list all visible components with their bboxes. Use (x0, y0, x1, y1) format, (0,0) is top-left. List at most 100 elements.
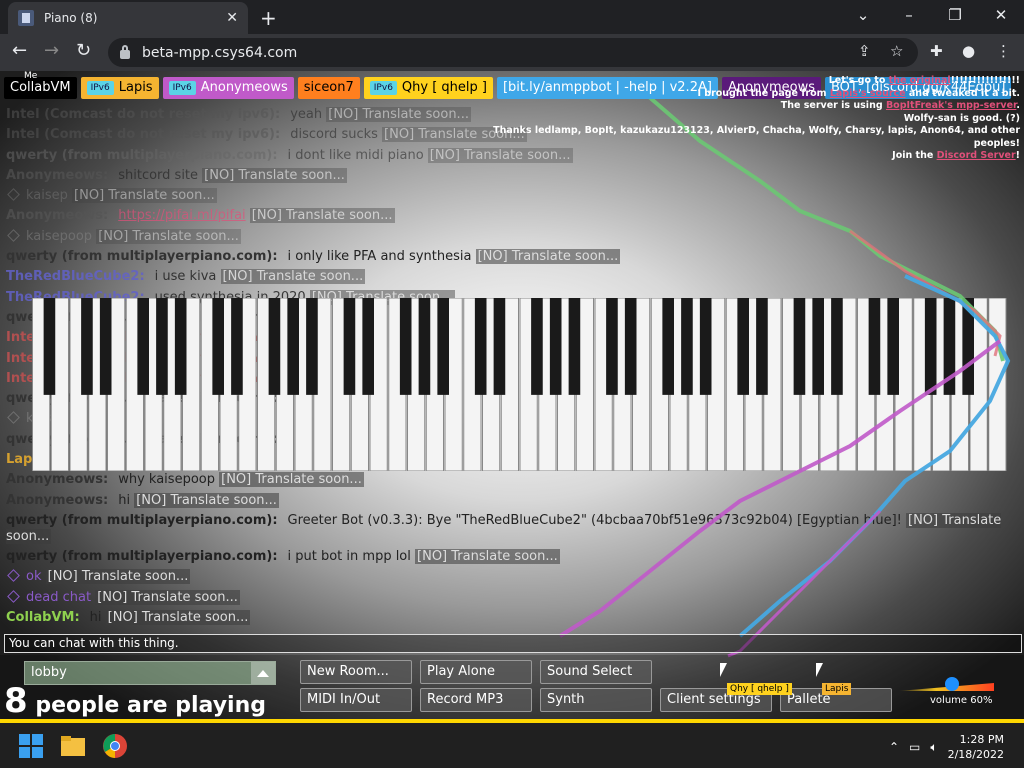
chrome-icon[interactable] (102, 733, 128, 759)
chat-author[interactable]: Intel (Comcast do not reset my ipv6): (6, 127, 280, 142)
black-key[interactable] (268, 298, 281, 395)
chat-author[interactable]: Anonymeows: (6, 472, 108, 487)
black-key[interactable] (43, 298, 56, 395)
volume-slider[interactable] (898, 677, 994, 691)
synth-button[interactable]: Synth (540, 688, 652, 712)
mpp-server-link[interactable]: BopItFreak's mpp-server (886, 100, 1016, 111)
volume-knob[interactable] (945, 677, 959, 691)
chat-author[interactable]: qwerty (from multiplayerpiano.com): (6, 513, 278, 528)
share-icon[interactable]: ⇪ (858, 42, 871, 60)
speaker-icon[interactable]: 🔈︎ (930, 740, 937, 755)
chat-author[interactable]: TheRedBlueCube2: (6, 269, 145, 284)
chat-author[interactable]: Anonymeows: (6, 493, 108, 508)
forward-icon[interactable]: → (44, 40, 59, 61)
close-tab-icon[interactable]: ✕ (226, 10, 238, 26)
chevron-up-icon[interactable] (251, 662, 275, 684)
user-tag[interactable]: IPv6 Lapis (80, 77, 159, 99)
black-key[interactable] (662, 298, 674, 395)
translate-note: [NO] Translate soon... (220, 269, 366, 285)
lapis-source-link[interactable]: Lapis's source (830, 88, 906, 99)
black-key[interactable] (868, 298, 881, 395)
black-key[interactable] (887, 298, 899, 395)
windows-start-icon[interactable] (18, 733, 44, 759)
black-key[interactable] (343, 298, 356, 395)
black-key[interactable] (418, 298, 431, 395)
bookmark-star-icon[interactable]: ☆ (890, 42, 903, 60)
url-field[interactable]: beta-mpp.csys64.com (108, 38, 918, 67)
black-key[interactable] (943, 298, 956, 395)
black-key[interactable] (156, 298, 168, 395)
black-key[interactable] (681, 298, 693, 395)
black-key[interactable] (756, 298, 768, 395)
user-tag[interactable]: siceon7 (297, 77, 360, 99)
black-key[interactable] (474, 298, 487, 395)
chat-author[interactable]: Intel (Comcast do not reset my ipv6): (6, 107, 280, 122)
new-room-button[interactable]: New Room... (300, 660, 412, 684)
midi-button[interactable]: MIDI In/Out (300, 688, 412, 712)
browser-tab[interactable]: Piano (8) ✕ (8, 2, 248, 34)
room-select[interactable]: lobby (24, 661, 276, 685)
record-mp3-button[interactable]: Record MP3 (420, 688, 532, 712)
black-key[interactable] (549, 298, 562, 395)
new-tab-icon[interactable]: + (260, 6, 277, 30)
clock[interactable]: 1:28 PM 2/18/2022 (948, 732, 1004, 762)
black-key[interactable] (99, 298, 112, 395)
piano-keyboard[interactable] (32, 298, 1007, 471)
chat-text[interactable]: https://pifai.ml/pifai (118, 208, 245, 223)
original-link[interactable]: the original (889, 75, 951, 86)
tab-search-icon[interactable]: ⌄ (840, 0, 886, 34)
restore-icon[interactable]: ❐ (932, 0, 978, 34)
chat-text: dead chat (26, 589, 92, 605)
reload-icon[interactable]: ↻ (76, 40, 91, 61)
minimize-icon[interactable]: – (886, 0, 932, 34)
profile-icon[interactable]: ● (962, 42, 975, 60)
black-key[interactable] (362, 298, 374, 395)
black-key[interactable] (831, 298, 843, 395)
black-key[interactable] (531, 298, 543, 395)
close-window-icon[interactable]: ✕ (978, 0, 1024, 34)
play-alone-button[interactable]: Play Alone (420, 660, 532, 684)
black-key[interactable] (81, 298, 93, 395)
chat-input[interactable]: You can chat with this thing. (4, 634, 1022, 653)
chat-author[interactable]: CollabVM: (6, 610, 80, 625)
black-key[interactable] (812, 298, 824, 395)
black-key[interactable] (962, 298, 974, 395)
black-key[interactable] (606, 298, 618, 395)
black-key[interactable] (231, 298, 243, 395)
black-key[interactable] (699, 298, 712, 395)
chat-author[interactable]: qwerty (from multiplayerpiano.com): (6, 148, 278, 163)
file-explorer-icon[interactable] (60, 733, 86, 759)
translate-note: [NO] Translate soon... (134, 492, 279, 508)
white-key[interactable] (988, 298, 1007, 471)
black-key[interactable] (399, 298, 412, 395)
black-key[interactable] (568, 298, 581, 395)
black-key[interactable] (737, 298, 749, 395)
user-name: Lapis (118, 80, 153, 95)
user-tag[interactable]: IPv6 Anonymeows (162, 77, 294, 99)
black-key[interactable] (287, 298, 299, 395)
black-key[interactable] (624, 298, 637, 395)
black-key[interactable] (306, 298, 318, 395)
black-key[interactable] (924, 298, 937, 395)
chat-author[interactable]: Anonymeows: (6, 208, 108, 223)
chat-text: i dont like midi piano (287, 147, 424, 163)
sound-select-button[interactable]: Sound Select (540, 660, 652, 684)
extensions-icon[interactable]: ✚ (930, 42, 943, 60)
chat-message: TheRedBlueCube2: i use kiva [NO] Translat… (6, 267, 1016, 287)
black-key[interactable] (174, 298, 187, 395)
discord-link[interactable]: Discord Server (937, 150, 1016, 161)
back-icon[interactable]: ← (12, 40, 27, 61)
black-key[interactable] (212, 298, 224, 395)
chevron-up-icon[interactable]: ⌃ (889, 740, 899, 754)
black-key[interactable] (137, 298, 149, 395)
black-key[interactable] (437, 298, 449, 395)
chat-author[interactable]: Anonymeows: (6, 168, 108, 183)
black-key[interactable] (793, 298, 806, 395)
chat-author[interactable]: qwerty (from multiplayerpiano.com): (6, 549, 278, 564)
user-tag[interactable]: Me CollabVM (4, 71, 77, 99)
network-icon[interactable]: ▭ (909, 740, 920, 754)
chat-author[interactable]: qwerty (from multiplayerpiano.com): (6, 249, 278, 264)
black-key[interactable] (493, 298, 506, 395)
translate-note: [NO] Translate soon... (475, 249, 621, 265)
menu-icon[interactable]: ⋮ (996, 42, 1011, 60)
